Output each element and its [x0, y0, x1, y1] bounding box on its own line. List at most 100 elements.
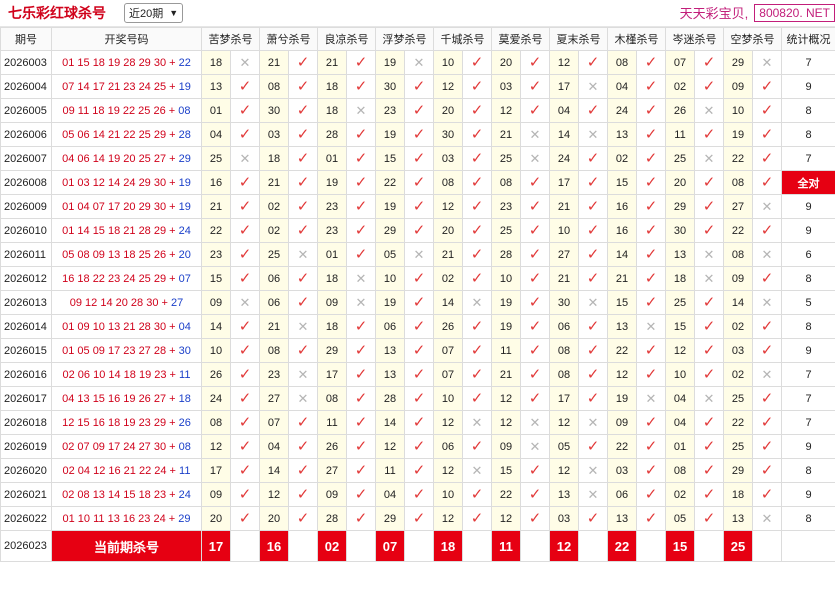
kill-number: 17 — [549, 74, 579, 99]
kill-result: ✕ — [462, 410, 492, 435]
kill-result: ✓ — [752, 266, 782, 291]
cross-icon: ✕ — [761, 198, 773, 214]
issue-number: 2026011 — [0, 242, 52, 267]
check-icon: ✓ — [470, 246, 484, 263]
check-icon: ✓ — [354, 150, 368, 167]
kill-number: 04 — [665, 410, 695, 435]
check-icon: ✓ — [644, 198, 658, 215]
check-icon: ✓ — [354, 366, 368, 383]
red-balls: 01 15 18 19 28 29 30 + — [62, 56, 176, 69]
cross-icon: ✕ — [587, 414, 599, 430]
kill-result: ✓ — [636, 194, 666, 219]
kill-result: ✓ — [462, 386, 492, 411]
cross-icon: ✕ — [587, 462, 599, 478]
check-icon: ✓ — [470, 390, 484, 407]
kill-result: ✓ — [288, 194, 318, 219]
stat-count: 7 — [781, 50, 835, 75]
kill-number: 28 — [317, 506, 347, 531]
stat-all-correct-badge: 全对 — [781, 170, 835, 195]
check-icon: ✓ — [528, 54, 542, 71]
kill-number: 22 — [723, 146, 753, 171]
kill-number: 21 — [491, 362, 521, 387]
check-icon: ✓ — [702, 54, 716, 71]
prediction-blank — [346, 530, 376, 562]
cross-icon: ✕ — [529, 150, 541, 166]
issue-number: 2026008 — [0, 170, 52, 195]
kill-number: 24 — [607, 98, 637, 123]
kill-result: ✓ — [520, 266, 550, 291]
kill-result: ✓ — [346, 314, 376, 339]
check-icon: ✓ — [296, 78, 310, 95]
check-icon: ✓ — [412, 150, 426, 167]
kill-result: ✓ — [230, 362, 260, 387]
check-icon: ✓ — [586, 318, 600, 335]
check-icon: ✓ — [354, 78, 368, 95]
check-icon: ✓ — [470, 318, 484, 335]
check-icon: ✓ — [644, 54, 658, 71]
special-ball: 20 — [178, 248, 191, 261]
kill-number: 02 — [433, 266, 463, 291]
column-header: 开奖号码 — [51, 27, 202, 51]
issue-number: 2026006 — [0, 122, 52, 147]
kill-number: 20 — [259, 506, 289, 531]
kill-result: ✓ — [578, 170, 608, 195]
check-icon: ✓ — [354, 390, 368, 407]
kill-result: ✓ — [694, 482, 724, 507]
kill-number: 15 — [607, 290, 637, 315]
kill-number: 19 — [375, 194, 405, 219]
issue-number: 2026018 — [0, 410, 52, 435]
special-ball: 30 — [178, 344, 191, 357]
kill-number: 09 — [317, 290, 347, 315]
kill-result: ✓ — [752, 146, 782, 171]
check-icon: ✓ — [702, 78, 716, 95]
kill-result: ✓ — [288, 50, 318, 75]
check-icon: ✓ — [528, 318, 542, 335]
draw-numbers: 02 07 09 17 24 27 30 + 08 — [51, 434, 202, 459]
kill-result: ✓ — [404, 98, 434, 123]
kill-number: 21 — [433, 242, 463, 267]
kill-result: ✓ — [636, 338, 666, 363]
draw-numbers: 01 15 18 19 28 29 30 + 22 — [51, 50, 202, 75]
kill-result: ✕ — [520, 410, 550, 435]
brand-banner[interactable]: 天天彩宝贝, 800820. NET — [680, 3, 835, 22]
check-icon: ✓ — [470, 198, 484, 215]
kill-number: 15 — [201, 266, 231, 291]
kill-result: ✓ — [520, 386, 550, 411]
kill-number: 14 — [201, 314, 231, 339]
check-icon: ✓ — [238, 342, 252, 359]
table-row: 2026014 01 09 10 13 21 28 30 + 04 14 ✓ 21 ✕ 18… — [0, 314, 835, 339]
stat-count: 5 — [781, 290, 835, 315]
kill-number: 12 — [491, 506, 521, 531]
period-select[interactable]: 近20期 ▼ — [124, 3, 184, 23]
kill-result: ✓ — [230, 74, 260, 99]
red-balls: 05 06 14 21 22 25 29 + — [62, 128, 176, 141]
kill-number: 23 — [259, 362, 289, 387]
kill-result: ✓ — [404, 170, 434, 195]
kill-number: 12 — [433, 194, 463, 219]
kill-number: 08 — [549, 362, 579, 387]
draw-numbers: 16 18 22 23 24 25 29 + 07 — [51, 266, 202, 291]
kill-number: 27 — [259, 386, 289, 411]
special-ball: 19 — [178, 200, 191, 213]
check-icon: ✓ — [412, 438, 426, 455]
check-icon: ✓ — [296, 510, 310, 527]
kill-number: 06 — [259, 266, 289, 291]
check-icon: ✓ — [238, 414, 252, 431]
draw-numbers: 02 08 13 14 15 18 23 + 24 — [51, 482, 202, 507]
cross-icon: ✕ — [471, 414, 483, 430]
kill-result: ✓ — [404, 74, 434, 99]
kill-result: ✓ — [462, 74, 492, 99]
check-icon: ✓ — [644, 366, 658, 383]
prediction-issue: 2026023 — [0, 530, 52, 562]
prediction-kill-number: 11 — [491, 530, 521, 562]
check-icon: ✓ — [760, 342, 774, 359]
issue-number: 2026020 — [0, 458, 52, 483]
check-icon: ✓ — [296, 174, 310, 191]
kill-number: 23 — [317, 194, 347, 219]
kill-result: ✓ — [230, 458, 260, 483]
special-ball: 26 — [178, 416, 191, 429]
kill-number: 02 — [723, 362, 753, 387]
kill-number: 20 — [491, 50, 521, 75]
kill-number: 25 — [259, 242, 289, 267]
check-icon: ✓ — [238, 78, 252, 95]
